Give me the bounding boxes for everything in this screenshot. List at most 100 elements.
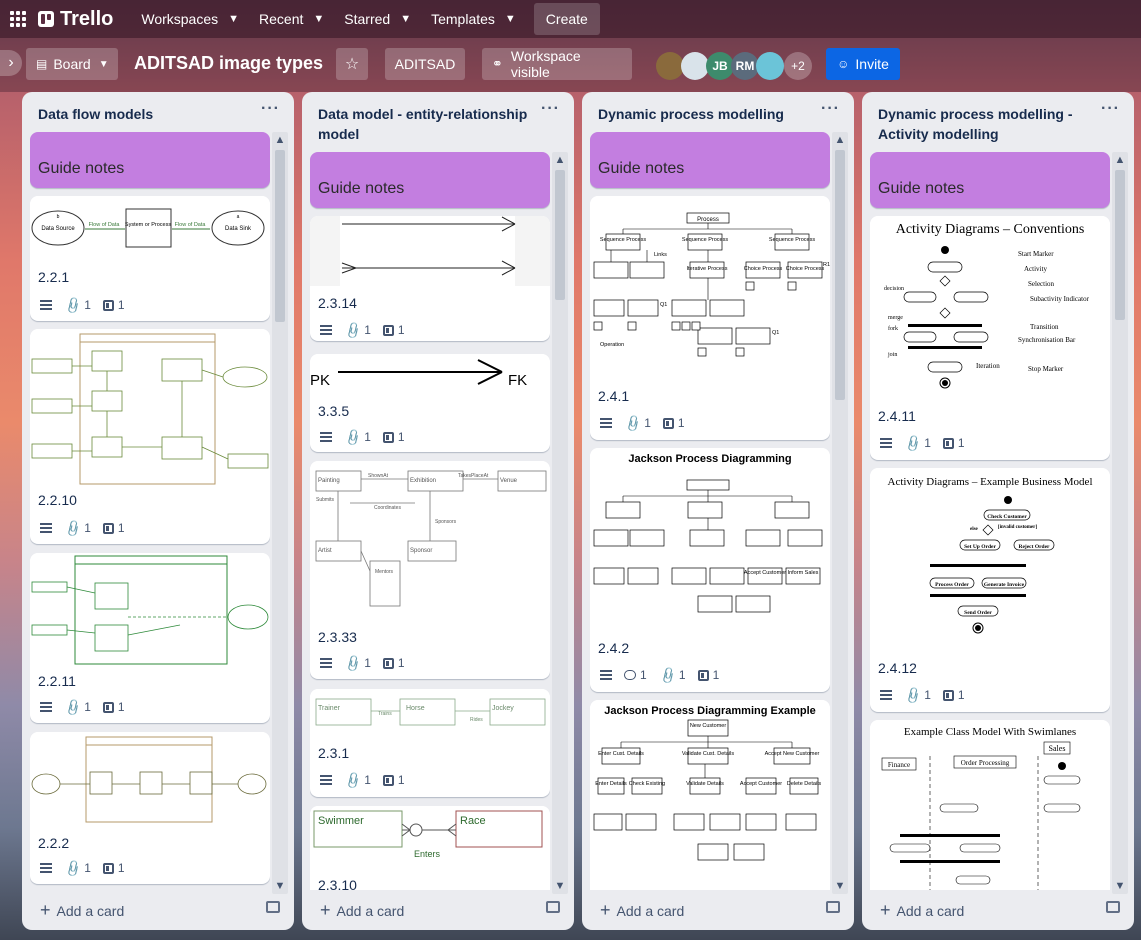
svg-text:Process Order: Process Order [935,582,969,588]
list-scrollbar[interactable]: ▲ ▼ [832,132,848,894]
svg-text:Sponsors: Sponsors [435,519,457,525]
card-2-3-14[interactable]: 2.3.14 📎 1 1 [310,216,550,341]
card-2-3-33[interactable]: Painting ShownAt Exhibition TakesPlaceAt… [310,461,550,679]
svg-text:Accept New Customer: Accept New Customer [765,751,820,757]
card-swimlanes[interactable]: Example Class Model With Swimlanes Sales… [870,720,1110,890]
star-board-button[interactable]: ☆ [336,48,368,80]
card-title: 3.3.5 [318,403,350,419]
attachment-icon: 📎 [621,411,644,434]
create-from-template-icon[interactable] [266,901,280,913]
add-card-button[interactable]: + Add a card [320,900,404,921]
card-guide-notes[interactable]: Guide notes [310,152,550,208]
workspace-button[interactable]: ADITSAD [385,48,465,80]
scroll-down-icon[interactable]: ▼ [832,880,848,892]
description-icon [40,300,52,310]
chevron-down-icon: ▼ [228,13,240,25]
board-view-button[interactable]: ▤ Board ▼ [26,48,118,80]
card-2-3-1[interactable]: Trainer Trains Horse Rides Jockey 2.3.1 … [310,689,550,797]
list-scrollbar[interactable]: ▲ ▼ [552,152,568,894]
card-cover-image: Trainer Trains Horse Rides Jockey [310,689,550,737]
list-scrollbar[interactable]: ▲ ▼ [1112,152,1128,894]
card-guide-notes[interactable]: Guide notes [870,152,1110,208]
add-card-button[interactable]: + Add a card [600,900,684,921]
create-button[interactable]: Create [533,3,600,35]
svg-text:Inform Sales: Inform Sales [788,570,819,576]
invite-button[interactable]: ☺ Invite [826,48,900,80]
scroll-up-icon[interactable]: ▲ [1112,154,1128,166]
expand-sidebar-button[interactable]: › [0,50,22,76]
svg-text:Iterative Process: Iterative Process [687,266,728,272]
list-menu-button[interactable]: ··· [821,100,840,118]
scrollbar-thumb[interactable] [835,150,845,400]
card-3-3-5[interactable]: PK FK 3.3.5 📎 1 1 [310,354,550,452]
add-card-button[interactable]: + Add a card [40,900,124,921]
card-2-4-2[interactable]: Jackson Process Diagramming Accept Custo… [590,448,830,692]
card-2-2-2[interactable]: 2.2.2 📎 1 1 [30,732,270,884]
attachment-icon: 📎 [341,651,364,674]
trello-logo[interactable]: Trello [38,8,113,31]
list-menu-button[interactable]: ··· [261,100,280,118]
attachment-icon: 📎 [341,768,364,791]
avatar[interactable] [681,52,709,80]
list-title[interactable]: Dynamic process modelling [598,104,818,124]
scrollbar-thumb[interactable] [555,170,565,300]
visibility-button[interactable]: ⚭ Workspace visible [482,48,632,80]
card-2-3-10[interactable]: Swimmer Race Enters 2.3.10 [310,806,550,890]
list-title[interactable]: Dynamic process modelling - Activity mod… [878,104,1098,144]
create-from-template-icon[interactable] [1106,901,1120,913]
avatar[interactable] [756,52,784,80]
scrollbar-thumb[interactable] [1115,170,1125,320]
nav-templates[interactable]: Templates ▼ [421,0,526,38]
nav-starred[interactable]: Starred ▼ [334,0,421,38]
create-from-template-icon[interactable] [546,901,560,913]
scrollbar-thumb[interactable] [275,150,285,322]
list-data-model-er: Data model - entity-relationship model ·… [302,92,574,930]
scroll-down-icon[interactable]: ▼ [1112,880,1128,892]
card-cover-image [30,732,270,827]
avatar[interactable]: RM [731,52,759,80]
svg-text:R1: R1 [823,262,830,268]
list-scrollbar[interactable]: ▲ ▼ [272,132,288,894]
svg-text:a: a [237,214,240,220]
nav-workspaces[interactable]: Workspaces ▼ [131,0,249,38]
card-2-2-11[interactable]: 2.2.11 📎 1 1 [30,553,270,723]
list-menu-button[interactable]: ··· [541,100,560,118]
list-title[interactable]: Data flow models [38,104,258,124]
card-jackson-example[interactable]: Jackson Process Diagramming Example New … [590,700,830,890]
card-2-4-1[interactable]: Process Sequence Process Sequence Proces… [590,196,830,440]
app-switcher-icon[interactable] [10,11,26,27]
card-guide-notes[interactable]: Guide notes [30,132,270,188]
card-title: 2.3.14 [318,295,357,311]
scroll-down-icon[interactable]: ▼ [552,880,568,892]
svg-text:Choice Process: Choice Process [786,266,825,272]
avatar[interactable]: JB [706,52,734,80]
nav-recent[interactable]: Recent ▼ [249,0,334,38]
svg-text:join: join [887,352,897,358]
card-title: 2.3.10 [318,877,357,890]
list-title[interactable]: Data model - entity-relationship model [318,104,538,144]
card-2-2-10[interactable]: 2.2.10 📎 1 1 [30,329,270,544]
scroll-up-icon[interactable]: ▲ [272,134,288,146]
scroll-down-icon[interactable]: ▼ [272,880,288,892]
card-2-4-11[interactable]: Activity Diagrams – Conventions Start Ma… [870,216,1110,460]
card-2-4-12[interactable]: Activity Diagrams – Example Business Mod… [870,468,1110,712]
more-members-badge[interactable]: +2 [784,52,812,80]
board-title[interactable]: ADITSAD image types [134,53,323,74]
card-badges: 📎 1 1 [320,426,405,448]
scroll-up-icon[interactable]: ▲ [552,154,568,166]
attachment-icon: 📎 [61,695,84,718]
board-view-icon: ▤ [36,57,48,71]
scroll-up-icon[interactable]: ▲ [832,134,848,146]
svg-text:Finance: Finance [888,761,910,769]
description-icon [880,438,892,448]
card-2-2-1[interactable]: b Data Source Flow of Data System or Pro… [30,196,270,321]
avatar[interactable] [656,52,684,80]
plus-icon: + [320,900,331,920]
list-menu-button[interactable]: ··· [1101,100,1120,118]
svg-text:Submits: Submits [316,497,335,503]
card-guide-notes[interactable]: Guide notes [590,132,830,188]
add-card-button[interactable]: + Add a card [880,900,964,921]
svg-text:TakesPlaceAt: TakesPlaceAt [458,473,489,479]
create-from-template-icon[interactable] [826,901,840,913]
svg-text:Jockey: Jockey [492,705,514,712]
